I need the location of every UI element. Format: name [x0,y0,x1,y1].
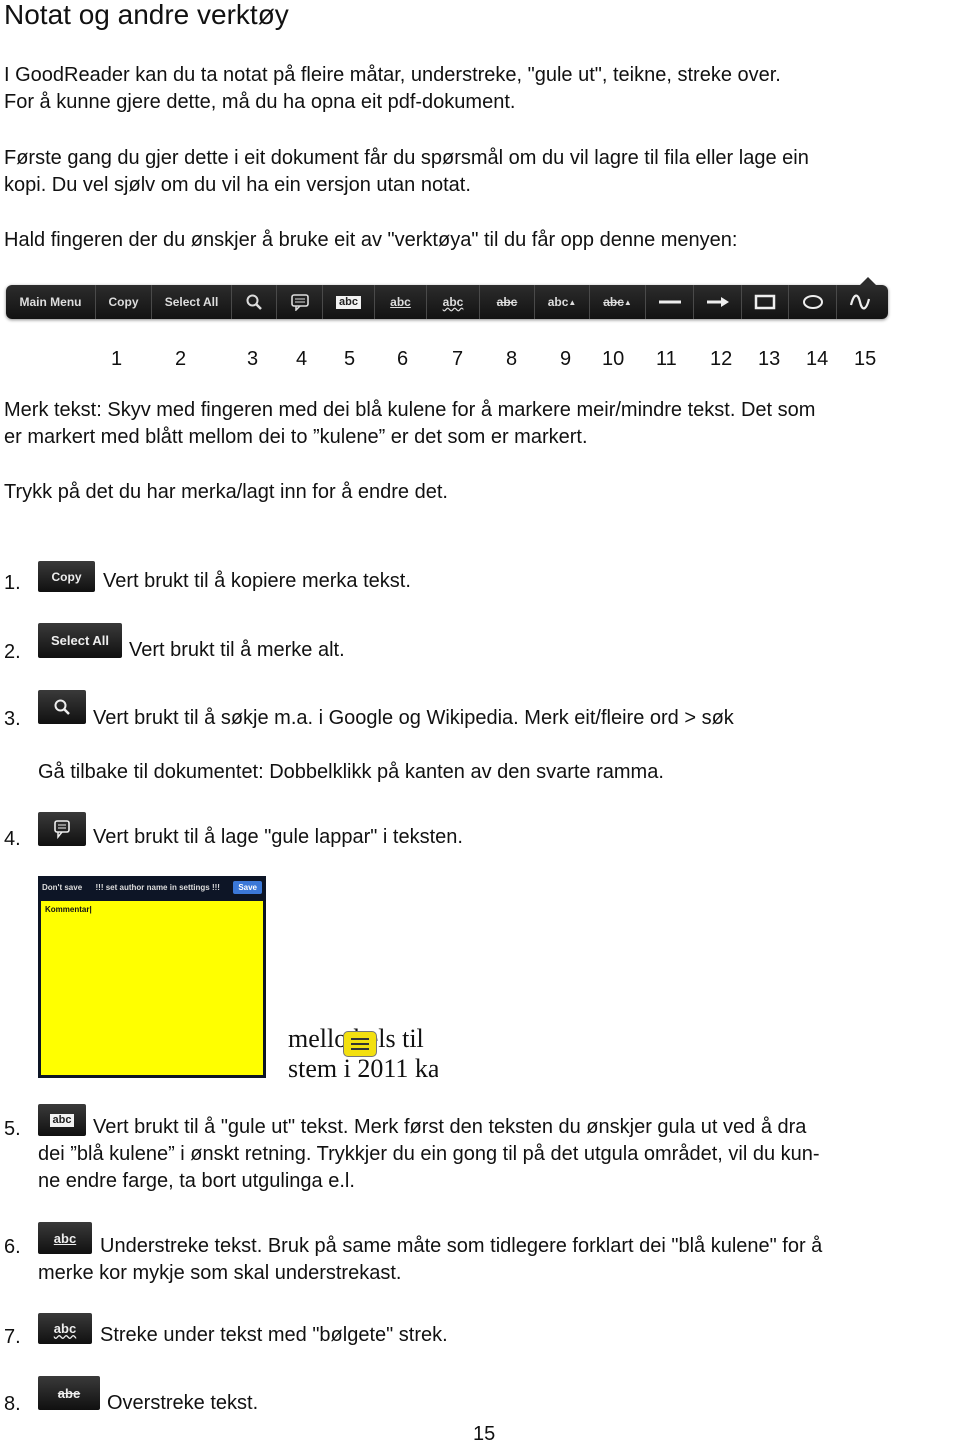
toolbar-underline[interactable]: abc [375,285,427,319]
intro-paragraph-2-line-1: Første gang du gjer dette i eit dokument… [4,147,809,169]
toolbar-number: 6 [397,348,409,370]
intro-paragraph-3: Hald fingeren der du ønskjer å bruke eit… [4,229,738,251]
toolbar-pointer [860,277,876,285]
trykk-paragraph: Trykk på det du har merka/lagt inn for å… [4,481,448,503]
strikeout-icon: abe [57,1385,81,1401]
arrow-icon [706,297,729,307]
toolbar-number: 4 [296,348,308,370]
toolbar-number: 15 [854,348,877,370]
intro-paragraph-1-line-2: For å kunne gjere dette, må du ha opna e… [4,91,516,113]
note-icon [290,294,309,311]
list-item-text: Vert brukt til å søkje m.a. i Google og … [93,707,734,729]
toolbar-number: 3 [247,348,259,370]
list-item-text: Vert brukt til å "gule ut" tekst. Merk f… [93,1116,807,1138]
highlight-icon: abc [336,295,361,309]
note-text: Kommentar [45,905,90,914]
toolbar-note[interactable] [277,285,323,319]
list-number: 5. [4,1118,21,1140]
list-number: 2. [4,641,21,663]
highlight-tool-icon: abc [38,1104,86,1136]
toolbar-number: 1 [111,348,123,370]
squiggly-icon: abc [442,295,464,309]
rectangle-icon [754,294,776,310]
page-number: 15 [473,1423,496,1445]
toolbar-number: 13 [758,348,781,370]
toolbar-line[interactable] [646,285,694,319]
list-item-text: Overstreke tekst. [107,1392,259,1414]
toolbar-strikeout[interactable]: abc [480,285,535,319]
squiggly-tool-icon: abc [38,1313,92,1344]
toolbar-copy[interactable]: Copy [96,285,152,319]
goodreader-toolbar: Main Menu Copy Select All abc abc abc ab… [6,277,888,319]
toolbar-number: 9 [560,348,572,370]
list-number: 4. [4,828,21,850]
note-icon [54,820,70,839]
toolbar-main-menu[interactable]: Main Menu [6,285,96,319]
toolbar-text-replace[interactable]: abc ▲ [590,285,646,319]
list-item-text: Streke under tekst med "bølgete" strek. [100,1324,448,1346]
strikeout-icon: abc [496,295,518,309]
list-number: 8. [4,1393,21,1415]
strikeout-tool-icon: abe [38,1376,100,1410]
dont-save-button[interactable]: Don't save [42,883,82,892]
snippet-line-2: stem i 2011 ka [288,1054,438,1083]
toolbar-number: 2 [175,348,187,370]
toolbar-number: 10 [602,348,625,370]
underline-icon: abc [390,295,411,309]
list-item-text: Understreke tekst. Bruk på same måte som… [100,1235,823,1257]
list-item-text: ne endre farge, ta bort utgulinga e.l. [38,1170,355,1192]
search-tool-icon [38,690,86,724]
list-number: 7. [4,1326,21,1348]
oval-icon [802,295,823,309]
toolbar-oval[interactable] [789,285,837,319]
note-tool-icon [38,812,86,846]
list-number: 6. [4,1236,21,1258]
highlight-icon: abc [49,1113,75,1127]
list-item-text: Vert brukt til å kopiere merka tekst. [103,570,411,592]
line-icon [658,300,681,304]
list-number: 3. [4,708,21,730]
toolbar-number: 11 [656,348,677,370]
toolbar-highlight[interactable]: abc [323,285,375,319]
back-note: Gå tilbake til dokumentet: Dobbelklikk p… [38,761,664,783]
text-replace-icon: abc [603,295,624,309]
squiggly-icon: abc [53,1321,77,1336]
underline-icon: abc [53,1230,77,1246]
toolbar-arrow[interactable] [694,285,742,319]
search-icon [246,294,262,310]
list-item-text: Vert brukt til å merke alt. [129,639,345,661]
page-title: Notat og andre verktøy [4,0,289,30]
toolbar-number: 5 [344,348,356,370]
note-editor-screenshot: Don't save !!! set author name in settin… [38,876,266,1078]
author-label: !!! set author name in settings !!! [95,882,220,892]
toolbar-number: 7 [452,348,464,370]
list-item-text: dei ”blå kulene” i ønskt retning. Trykkj… [38,1143,820,1165]
list-item-text: Vert brukt til å lage "gule lappar" i te… [93,826,463,848]
toolbar-search[interactable] [232,285,277,319]
select-all-icon: Select All [38,623,122,658]
toolbar-number: 12 [710,348,733,370]
note-text-area[interactable]: Kommentar| [41,901,263,1075]
list-item-text: merke kor mykje som skal understrekast. [38,1262,402,1284]
merk-line-1: Merk tekst: Skyv med fingeren med dei bl… [4,399,816,421]
toolbar-number: 8 [506,348,518,370]
merk-line-2: er markert med blått mellom dei to ”kule… [4,426,588,448]
copy-icon: Copy [38,561,95,592]
freehand-icon [849,294,871,310]
list-number: 1. [4,572,21,594]
intro-paragraph-2-line-2: kopi. Du vel sjølv om du vil ha ein vers… [4,174,471,196]
note-editor-bar: Don't save !!! set author name in settin… [38,876,266,898]
toolbar-text-insert[interactable]: abc ▲ [535,285,590,319]
toolbar-freehand[interactable] [837,285,883,319]
toolbar-select-all[interactable]: Select All [152,285,232,319]
text-insert-icon: abc [547,295,569,309]
search-icon [54,699,70,715]
save-button[interactable]: Save [233,880,262,894]
toolbar-squiggly[interactable]: abc [427,285,480,319]
note-bubble-icon[interactable] [343,1031,377,1057]
intro-paragraph-1-line-1: I GoodReader kan du ta notat på fleire m… [4,64,781,86]
toolbar-number: 14 [806,348,829,370]
underline-tool-icon: abc [38,1222,92,1254]
toolbar-rectangle[interactable] [742,285,789,319]
